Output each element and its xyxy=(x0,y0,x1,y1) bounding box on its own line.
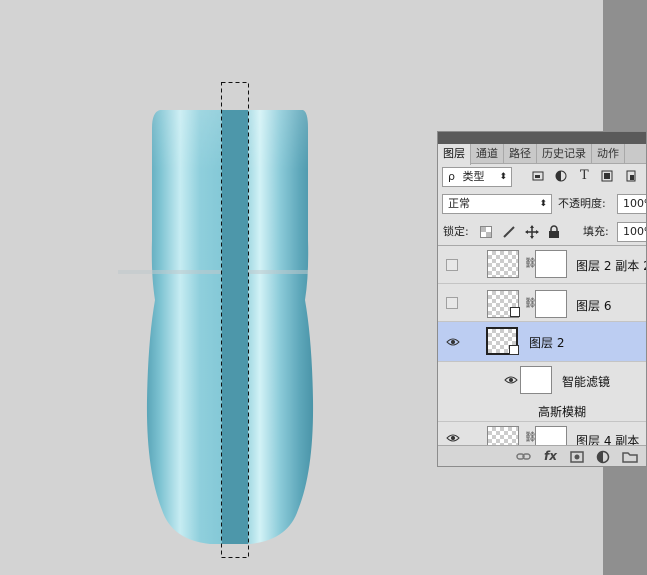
vertical-stripe xyxy=(222,110,248,544)
add-mask-icon[interactable] xyxy=(570,450,584,464)
layer-name[interactable]: 图层 6 xyxy=(576,299,611,313)
smart-filter-mask[interactable] xyxy=(520,366,552,394)
layer-row[interactable]: ⛓ 图层 2 副本 2 xyxy=(438,246,646,284)
opacity-label: 不透明度: xyxy=(558,197,606,210)
link-layers-icon[interactable] xyxy=(516,451,532,463)
chevron-updown-icon: ⬍ xyxy=(499,172,507,182)
tab-channels[interactable]: 通道 xyxy=(471,144,504,163)
layer-row[interactable]: ⛓ 图层 6 xyxy=(438,284,646,322)
panel-title-bar[interactable] xyxy=(438,132,646,144)
panel-tabs: 图层 通道 路径 历史记录 动作 xyxy=(438,144,646,165)
eye-icon[interactable] xyxy=(504,374,518,386)
layer-name[interactable]: 图层 2 副本 2 xyxy=(576,259,646,273)
adjustment-layer-icon[interactable] xyxy=(596,450,610,464)
image-filter-icon[interactable] xyxy=(532,170,544,182)
layers-panel[interactable]: 图层 通道 路径 历史记录 动作 ρ 类型 ⬍ T 正常 ⬍ 不透明度: 100… xyxy=(437,131,647,467)
tab-paths[interactable]: 路径 xyxy=(504,144,537,163)
blend-mode-select[interactable]: 正常 ⬍ xyxy=(442,194,552,214)
fx-button[interactable]: fx xyxy=(544,449,557,463)
search-icon: ρ xyxy=(448,170,455,183)
layer-filter-select[interactable]: ρ 类型 ⬍ xyxy=(442,167,512,187)
layer-thumbnail[interactable] xyxy=(487,250,519,278)
layers-list: ⛓ 图层 2 副本 2 ⛓ 图层 6 图层 2 智能滤镜 高斯模糊 ⛓ 图层 4… xyxy=(438,245,646,454)
layer-mask-thumbnail[interactable] xyxy=(535,290,567,318)
layer-mask-thumbnail[interactable] xyxy=(535,250,567,278)
eye-icon[interactable] xyxy=(446,432,460,444)
blend-mode-value: 正常 xyxy=(448,197,470,210)
layer-row-selected[interactable]: 图层 2 xyxy=(438,322,646,362)
smart-filter-row[interactable]: 智能滤镜 xyxy=(438,362,646,400)
layer-name[interactable]: 图层 2 xyxy=(529,336,564,350)
filter-type-label: 类型 xyxy=(462,170,485,183)
fill-input[interactable]: 100% xyxy=(617,222,646,242)
lock-transparency-icon[interactable] xyxy=(480,226,492,238)
smart-object-filter-icon[interactable] xyxy=(626,170,636,182)
eye-icon[interactable] xyxy=(446,336,460,348)
tab-actions[interactable]: 动作 xyxy=(592,144,625,163)
visibility-toggle[interactable] xyxy=(446,297,458,309)
lock-all-icon[interactable] xyxy=(548,225,560,239)
fill-label: 填充: xyxy=(583,225,609,238)
shape-filter-icon[interactable] xyxy=(601,170,613,182)
opacity-input[interactable]: 100% xyxy=(617,194,646,214)
lock-brush-icon[interactable] xyxy=(502,225,516,239)
tab-history[interactable]: 历史记录 xyxy=(537,144,592,163)
smart-filter-label[interactable]: 智能滤镜 xyxy=(562,375,610,389)
folder-icon[interactable] xyxy=(622,450,638,464)
layers-toolbar: fx xyxy=(438,445,646,466)
smart-object-badge xyxy=(510,307,520,317)
filter-row[interactable]: 高斯模糊 xyxy=(438,400,646,422)
type-filter-icon[interactable]: T xyxy=(580,168,589,184)
lock-label: 锁定: xyxy=(443,225,469,238)
blur-highlight xyxy=(118,270,308,274)
tab-layers[interactable]: 图层 xyxy=(438,144,471,165)
chevron-updown-icon: ⬍ xyxy=(539,199,547,209)
gaussian-blur-label[interactable]: 高斯模糊 xyxy=(538,405,586,419)
lock-move-icon[interactable] xyxy=(525,225,539,239)
visibility-toggle[interactable] xyxy=(446,259,458,271)
smart-object-badge xyxy=(509,345,519,355)
adjustment-filter-icon[interactable] xyxy=(555,170,567,182)
